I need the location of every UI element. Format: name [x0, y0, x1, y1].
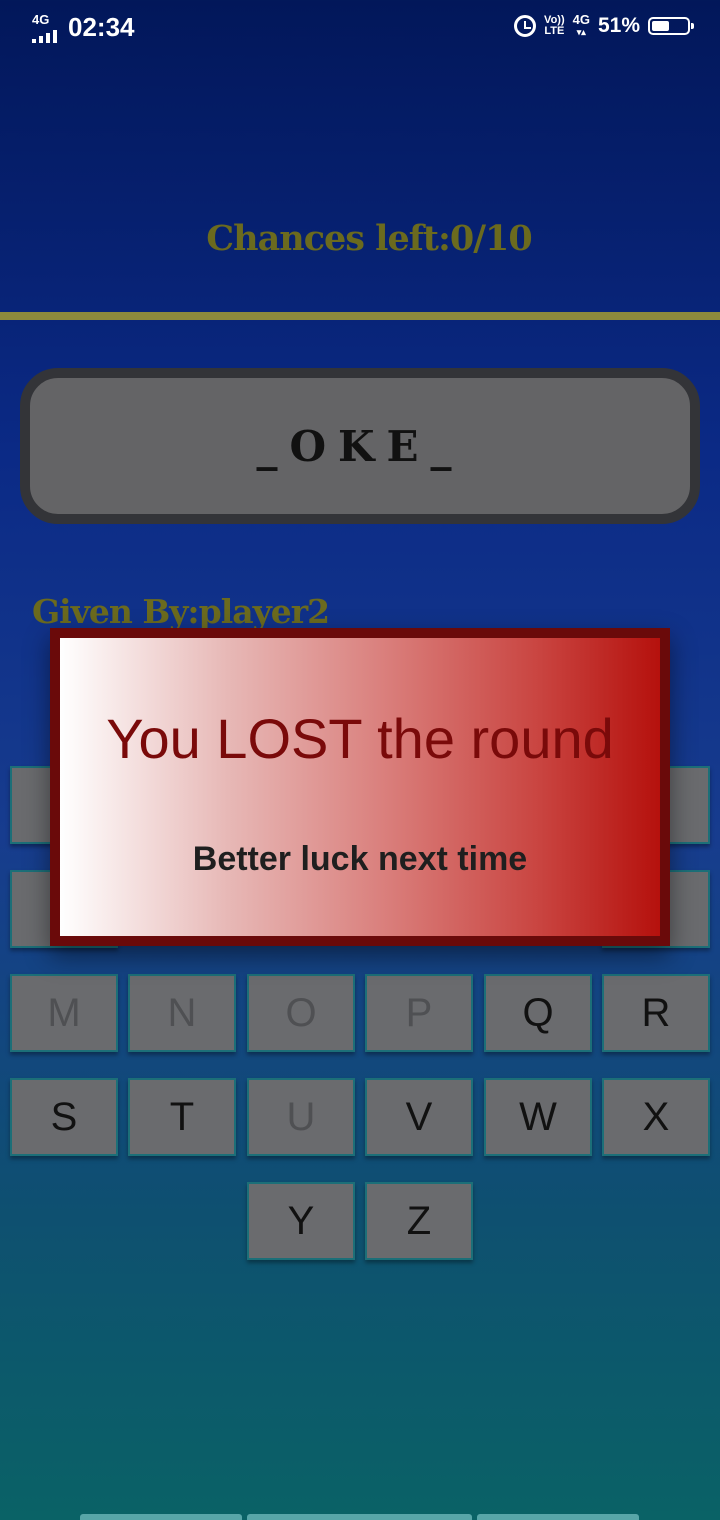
word-display-box: _OKE_ [20, 368, 700, 524]
round-result-dialog[interactable]: You LOST the round Better luck next time [50, 628, 670, 946]
mobile-data-label: 4G [572, 12, 590, 27]
dialog-title: You LOST the round [106, 707, 614, 770]
battery-icon [648, 17, 694, 35]
keyboard-key-z[interactable]: Z [365, 1182, 473, 1260]
keyboard-key-v[interactable]: V [365, 1078, 473, 1156]
keyboard-key-y[interactable]: Y [247, 1182, 355, 1260]
status-time: 02:34 [68, 12, 135, 42]
header-divider [0, 312, 720, 320]
bottom-button-middle[interactable] [247, 1514, 472, 1520]
keyboard-key-m[interactable]: M [10, 974, 118, 1052]
keyboard-key-r[interactable]: R [602, 974, 710, 1052]
network-type-label: 4G [32, 12, 50, 27]
volte-icon: Vo)) LTE [544, 14, 565, 37]
status-bar: 4G 02:34 Vo)) LTE 4G ▾▴ 51% [0, 0, 720, 60]
keyboard-key-n[interactable]: N [128, 974, 236, 1052]
alarm-icon [514, 15, 537, 37]
dialog-message: Better luck next time [192, 840, 528, 878]
keyboard-key-q[interactable]: Q [484, 974, 592, 1052]
keyboard-key-o[interactable]: O [247, 974, 355, 1052]
bottom-button-left[interactable] [80, 1514, 242, 1520]
bottom-button-right[interactable] [477, 1514, 639, 1520]
hidden-word: _OKE_ [256, 421, 464, 471]
keyboard-key-s[interactable]: S [10, 1078, 118, 1156]
given-by-label: Given By:player2 [32, 592, 330, 631]
mobile-data-icon: 4G ▾▴ [572, 12, 590, 37]
chances-left-label: Chances left:0/10 [206, 218, 532, 259]
keyboard-key-u[interactable]: U [247, 1078, 355, 1156]
keyboard-key-w[interactable]: W [484, 1078, 592, 1156]
keyboard-key-t[interactable]: T [128, 1078, 236, 1156]
keyboard-key-p[interactable]: P [365, 974, 473, 1052]
battery-percent: 51% [597, 14, 640, 37]
cellular-signal-icon: 4G [30, 12, 62, 43]
keyboard-key-x[interactable]: X [602, 1078, 710, 1156]
